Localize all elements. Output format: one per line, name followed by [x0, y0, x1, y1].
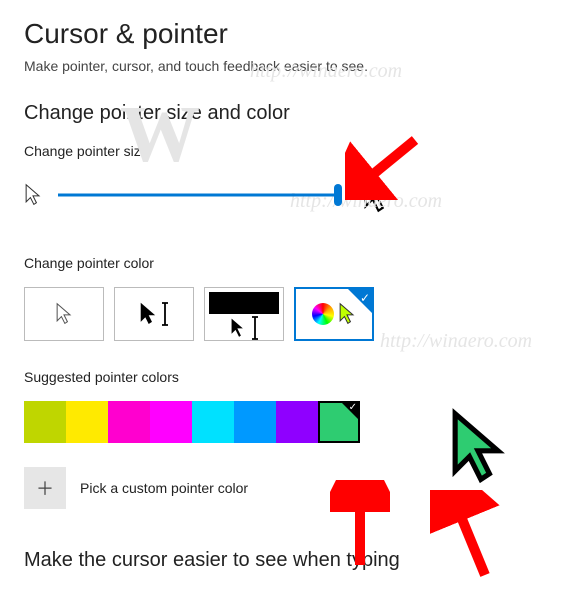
color-wheel-icon: [312, 303, 334, 325]
pick-custom-color-label: Pick a custom pointer color: [80, 480, 248, 496]
pointer-color-white[interactable]: [24, 287, 104, 341]
section-size-color-title: Change pointer size and color: [24, 102, 566, 125]
slider-thumb[interactable]: [334, 184, 342, 206]
pointer-color-custom[interactable]: ✓: [294, 287, 374, 341]
cursor-small-icon: [24, 183, 42, 207]
pointer-color-black[interactable]: [114, 287, 194, 341]
cursor-icon: [229, 316, 247, 340]
pointer-color-inverted[interactable]: [204, 287, 284, 341]
cursor-icon: [139, 302, 157, 326]
plus-icon: ＋: [36, 475, 54, 501]
page-title: Cursor & pointer: [24, 18, 566, 50]
color-swatch[interactable]: [24, 401, 66, 443]
cursor-icon: [55, 302, 73, 326]
pointer-color-label: Change pointer color: [24, 255, 566, 271]
color-swatch[interactable]: [192, 401, 234, 443]
section-typing-title: Make the cursor easier to see when typin…: [24, 549, 566, 572]
custom-color-row: ＋ Pick a custom pointer color: [24, 467, 566, 509]
pointer-size-slider-row: [24, 175, 566, 215]
ibeam-icon: [161, 302, 169, 326]
color-swatch[interactable]: ✓: [318, 401, 360, 443]
cursor-icon: [338, 302, 356, 326]
check-icon: ✓: [349, 402, 357, 413]
pick-custom-color-button[interactable]: ＋: [24, 467, 66, 509]
page-description: Make pointer, cursor, and touch feedback…: [24, 58, 566, 74]
color-swatch[interactable]: [66, 401, 108, 443]
pointer-color-options: ✓: [24, 287, 566, 341]
cursor-large-icon: [362, 175, 392, 215]
check-icon: ✓: [360, 291, 370, 305]
suggested-colors-label: Suggested pointer colors: [24, 369, 566, 385]
color-swatch[interactable]: [108, 401, 150, 443]
color-swatch[interactable]: [150, 401, 192, 443]
suggested-color-swatches: ✓: [24, 401, 566, 443]
color-swatch[interactable]: [276, 401, 318, 443]
pointer-size-slider[interactable]: [58, 185, 338, 205]
color-swatch[interactable]: [234, 401, 276, 443]
ibeam-icon: [251, 316, 259, 340]
pointer-size-label: Change pointer size: [24, 143, 566, 159]
